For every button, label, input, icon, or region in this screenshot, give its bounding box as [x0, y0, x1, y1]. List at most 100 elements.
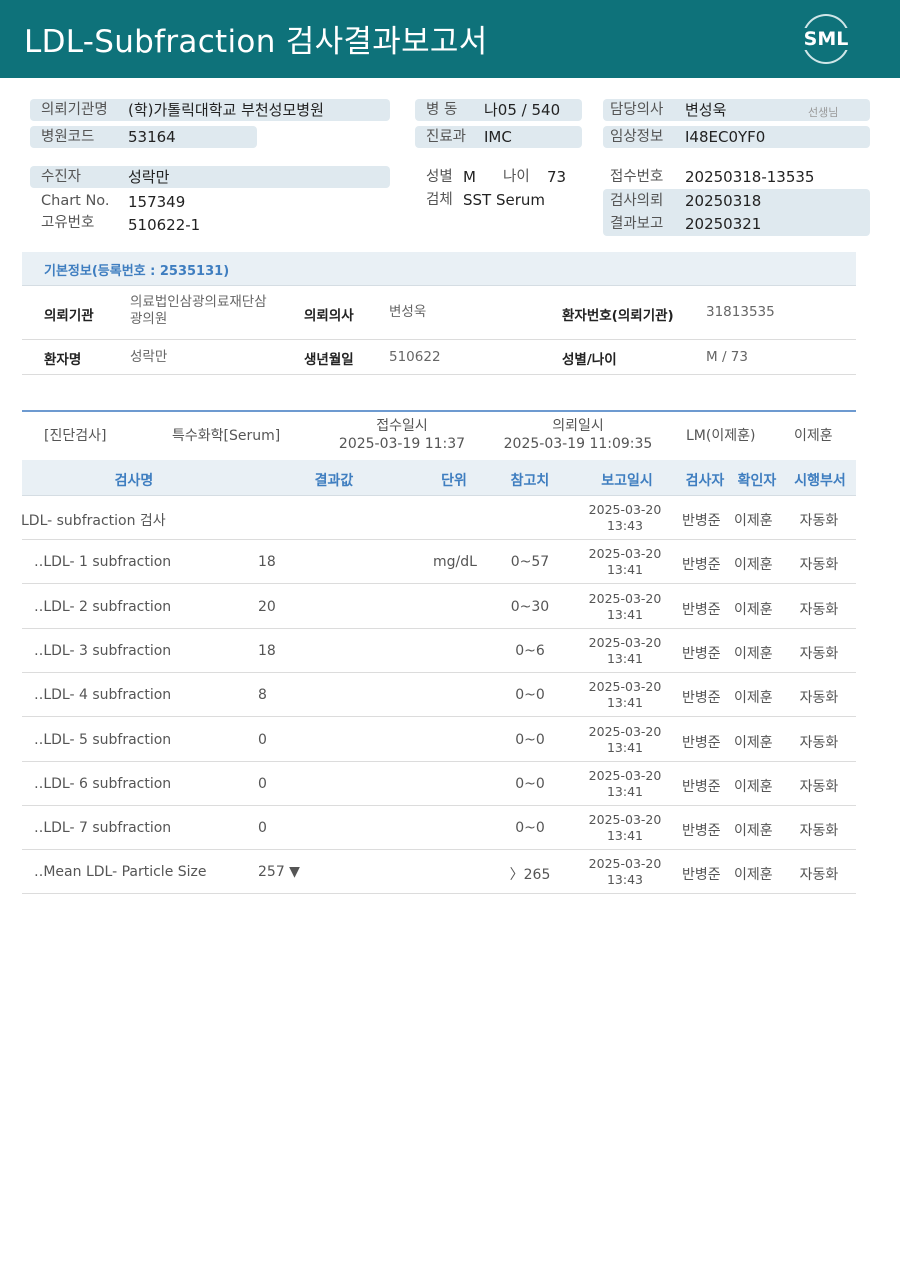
- code-value: 53164: [128, 128, 176, 146]
- lm-name: 이제훈: [794, 428, 833, 444]
- info-value: 변성욱: [389, 304, 427, 320]
- result-value: 18: [258, 554, 276, 571]
- doctor-suffix: 선생님: [808, 106, 839, 119]
- results-summary: [진단검사] 특수화학[Serum] 접수일시 2025-03-19 11:37…: [22, 410, 856, 460]
- col-dept: 시행부서: [794, 473, 846, 489]
- sex-label: 성별: [426, 169, 453, 185]
- confirmer: 이제훈: [734, 867, 773, 884]
- table-row: LDL- subfraction 검사 반병준 이제훈 자동화 2025-03-20 13…: [21, 496, 856, 540]
- test-name: ‥LDL- 2 subfraction: [34, 598, 172, 615]
- confirmer: 이제훈: [734, 778, 773, 795]
- request-time: 2025-03-19 11:09:35: [503, 436, 653, 452]
- request-label: 검사의뢰: [610, 193, 664, 209]
- table-row: ‥LDL- 2 subfraction 20 0~30 반병준 이제훈 자동화 2025-0…: [22, 585, 856, 629]
- id-label: 고유번호: [41, 215, 95, 231]
- reference-range: 0~0: [515, 687, 545, 704]
- org-label: 의뢰기관명: [41, 102, 108, 118]
- test-name: ‥LDL- 1 subfraction: [34, 554, 172, 571]
- table-row: ‥LDL- 4 subfraction 8 0~0 반병준 이제훈 자동화 2025-03-…: [22, 673, 856, 718]
- category: [진단검사]: [44, 428, 107, 444]
- technician: 반병준: [682, 645, 721, 662]
- technician: 반병준: [682, 513, 721, 529]
- result-value: 0: [258, 731, 267, 748]
- sex-value: M: [463, 168, 476, 186]
- request-time-label: 의뢰일시: [552, 418, 604, 434]
- col-conf: 확인자: [737, 473, 777, 489]
- ward-label: 병 동: [426, 102, 458, 118]
- test-name: LDL- subfraction 검사: [21, 513, 166, 529]
- report-date: 2025-03-20: [588, 546, 662, 562]
- report-date: 2025-03-20: [588, 634, 662, 650]
- report-date: 2025-03-20: [588, 856, 662, 872]
- doctor-value: 변성욱: [685, 101, 727, 119]
- reference-range: 0~0: [515, 820, 545, 837]
- result-value: 8: [258, 687, 267, 704]
- report-time: 13:41: [606, 739, 644, 755]
- results-table-header: 검사명 결과값 단위 참고치 보고일시 검사자 확인자 시행부서: [22, 460, 856, 496]
- table-row: ‥LDL- 7 subfraction 0 0~0 반병준 이제훈 자동화 2025-03-…: [22, 806, 856, 851]
- technician: 반병준: [682, 867, 721, 884]
- id-value: 510622-1: [128, 216, 201, 234]
- report-date: 2025-03-20: [588, 723, 662, 739]
- col-value: 결과값: [314, 473, 354, 489]
- test-name: ‥LDL- 4 subfraction: [34, 687, 172, 704]
- technician: 반병준: [682, 557, 721, 574]
- report-datetime: 2025-03-20 13:43: [580, 502, 670, 534]
- test-name: ‥LDL- 3 subfraction: [34, 642, 172, 659]
- report-datetime: 2025-03-20 13:41: [580, 635, 670, 667]
- info-value: M / 73: [706, 349, 748, 365]
- sml-logo: SML: [800, 14, 852, 66]
- report-header: LDL-Subfraction 검사결과보고서 SML: [0, 0, 900, 78]
- report-label: 결과보고: [610, 216, 664, 232]
- table-row: ‥Mean LDL- Particle Size 257 ▼ 〉265 반병준 이제훈 자…: [22, 850, 856, 895]
- info-key: 환자번호(의뢰기관): [562, 308, 674, 324]
- basic-info-header: 기본정보(등록번호 : 2535131): [22, 252, 856, 286]
- receipt-time: 2025-03-19 11:37: [338, 436, 466, 452]
- specimen-value: SST Serum: [463, 191, 546, 209]
- table-row: ‥LDL- 3 subfraction 18 0~6 반병준 이제훈 자동화 2025-03…: [22, 629, 856, 673]
- dept-label: 진료과: [426, 129, 467, 145]
- table-row: ‥LDL- 6 subfraction 0 0~0 반병준 이제훈 자동화 2025-03-…: [22, 762, 856, 806]
- clinical-value: I48EC0YF0: [685, 128, 766, 146]
- result-value: 0: [258, 775, 267, 792]
- report-time: 13:43: [606, 872, 644, 888]
- report-title: LDL-Subfraction 검사결과보고서: [24, 24, 488, 60]
- request-value: 20250318: [685, 192, 762, 210]
- department: 자동화: [799, 601, 839, 618]
- age-label: 나이: [503, 169, 530, 185]
- report-datetime: 2025-03-20 13:41: [580, 591, 670, 623]
- technician: 반병준: [682, 823, 721, 840]
- doctor-label: 담당의사: [610, 102, 664, 118]
- report-date: 2025-03-20: [588, 812, 662, 828]
- department: 자동화: [799, 513, 839, 529]
- confirmer: 이제훈: [734, 645, 773, 662]
- age-value: 73: [547, 168, 567, 186]
- confirmer: 이제훈: [734, 601, 773, 618]
- info-key: 의뢰의사: [304, 308, 354, 324]
- report-date: 2025-03-20: [588, 679, 662, 695]
- receipt-value: 20250318-13535: [685, 168, 815, 186]
- technician: 반병준: [682, 734, 721, 751]
- reference-range: 0~57: [510, 554, 550, 571]
- reference-range: 0~30: [510, 598, 550, 615]
- info-key: 성별/나이: [562, 352, 617, 368]
- result-value: 0: [258, 820, 267, 837]
- confirmer: 이제훈: [734, 823, 773, 840]
- report-datetime: 2025-03-20 13:41: [580, 679, 670, 711]
- department: 자동화: [799, 867, 839, 884]
- report-datetime: 2025-03-20 13:41: [580, 768, 670, 800]
- report-time: 13:41: [606, 828, 644, 844]
- report-date: 2025-03-20: [588, 502, 662, 517]
- result-value: 20: [258, 598, 276, 615]
- receipt-label: 접수번호: [610, 169, 664, 185]
- logo-text: SML: [800, 28, 852, 50]
- reference-range: 0~0: [515, 775, 545, 792]
- info-value: 31813535: [706, 304, 775, 320]
- sub-category: 특수화학[Serum]: [172, 428, 281, 444]
- department: 자동화: [799, 557, 839, 574]
- department: 자동화: [799, 823, 839, 840]
- test-name: ‥LDL- 5 subfraction: [34, 731, 172, 748]
- report-datetime: 2025-03-20 13:41: [580, 812, 670, 844]
- receipt-time-label: 접수일시: [376, 418, 428, 434]
- basic-info-title: 기본정보(등록번호 : 2535131): [44, 264, 230, 279]
